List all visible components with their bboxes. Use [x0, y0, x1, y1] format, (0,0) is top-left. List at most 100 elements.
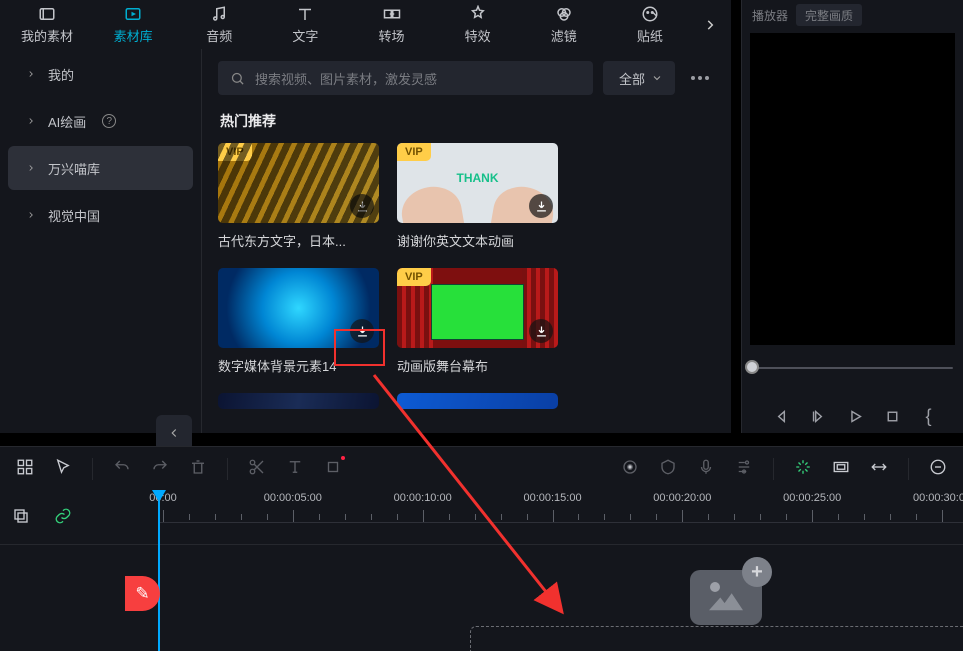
- zoom-out-button[interactable]: [929, 458, 947, 479]
- drop-zone[interactable]: [470, 626, 963, 651]
- tab-library[interactable]: 素材库: [90, 5, 176, 45]
- cut-button[interactable]: [248, 458, 266, 479]
- tab-label: 转场: [379, 26, 405, 45]
- asset-card[interactable]: VIP 动画版舞台幕布: [397, 268, 558, 375]
- download-icon: [534, 199, 549, 214]
- tab-sticker[interactable]: 贴纸: [607, 5, 693, 45]
- quality-dropdown[interactable]: 完整画质: [796, 4, 862, 26]
- download-button[interactable]: [529, 319, 553, 343]
- audio-mix-button[interactable]: [735, 458, 753, 479]
- library-icon: [124, 5, 142, 23]
- ruler-minor-tick: [319, 514, 320, 520]
- sidebar-item-wx-miao[interactable]: 万兴喵库: [8, 146, 193, 190]
- grid-icon: [16, 458, 34, 476]
- cursor-tool-button[interactable]: [54, 458, 72, 479]
- stretch-button[interactable]: [870, 458, 888, 479]
- text-icon: [296, 5, 314, 23]
- record-button[interactable]: [621, 458, 639, 479]
- sidebar-item-ai-paint[interactable]: AI绘画 ?: [8, 99, 193, 143]
- transition-icon: [383, 5, 401, 23]
- add-track-button[interactable]: +: [742, 557, 772, 587]
- sidebar-item-vcg[interactable]: 视觉中国: [8, 193, 193, 237]
- duplicate-button[interactable]: [12, 507, 30, 528]
- grid-view-button[interactable]: [16, 458, 34, 479]
- text-tool-button[interactable]: [286, 458, 304, 479]
- ruler-label: 00:00:20:00: [653, 492, 711, 504]
- audio-icon: [210, 5, 228, 23]
- delete-button[interactable]: [189, 458, 207, 479]
- tab-audio[interactable]: 音频: [176, 5, 262, 45]
- redo-icon: [151, 458, 169, 476]
- search-placeholder: 搜索视频、图片素材，激发灵感: [255, 69, 437, 88]
- asset-thumbnail: VIP: [397, 268, 558, 348]
- stop-icon[interactable]: [884, 408, 901, 425]
- ruler-minor-tick: [475, 514, 476, 520]
- asset-card[interactable]: VIP THANK 谢谢你英文文本动画: [397, 143, 558, 250]
- ruler-baseline: [158, 522, 963, 523]
- aspect-button[interactable]: [832, 458, 850, 479]
- ruler-minor-tick: [656, 514, 657, 520]
- vip-badge: VIP: [397, 268, 431, 286]
- asset-title: 谢谢你英文文本动画: [397, 231, 558, 250]
- preview-stage[interactable]: [750, 33, 955, 345]
- next-frame-icon[interactable]: [810, 408, 827, 425]
- tab-my-assets[interactable]: 我的素材: [4, 5, 90, 45]
- ruler-minor-tick: [189, 514, 190, 520]
- zoom-out-icon: [929, 458, 947, 476]
- link-toggle-button[interactable]: [54, 507, 72, 528]
- record-icon: [621, 458, 639, 476]
- seekbar-knob[interactable]: [745, 360, 759, 374]
- tab-label: 我的素材: [21, 26, 73, 45]
- asset-thumbnail: [397, 393, 558, 409]
- tab-transition[interactable]: 转场: [349, 5, 435, 45]
- download-button[interactable]: [350, 194, 374, 218]
- redo-button[interactable]: [151, 458, 169, 479]
- vip-badge: VIP: [397, 143, 431, 161]
- sidebar-item-my[interactable]: 我的: [8, 52, 193, 96]
- auto-tool-button[interactable]: [794, 458, 812, 479]
- handle-shape: ✎: [125, 576, 160, 611]
- voiceover-button[interactable]: [697, 458, 715, 479]
- asset-card[interactable]: VIP 古代东方文字，日本...: [218, 143, 379, 250]
- asset-card-partial[interactable]: [397, 393, 558, 409]
- wand-icon: [794, 458, 812, 476]
- marker-button[interactable]: [659, 458, 677, 479]
- asset-card-partial[interactable]: [218, 393, 379, 409]
- tab-effects[interactable]: 特效: [435, 5, 521, 45]
- side-label: 我的: [48, 65, 74, 84]
- ruler-minor-tick: [760, 514, 761, 520]
- ruler-minor-tick: [708, 514, 709, 520]
- tab-label: 文字: [292, 26, 318, 45]
- ruler-minor-tick: [916, 514, 917, 520]
- prev-frame-icon[interactable]: [773, 408, 790, 425]
- undo-button[interactable]: [113, 458, 131, 479]
- more-options-button[interactable]: [685, 76, 715, 80]
- chevron-left-icon: [167, 426, 181, 440]
- clip-handle[interactable]: ✎: [142, 576, 182, 616]
- timeline-ruler[interactable]: 00:0000:00:05:0000:00:10:0000:00:15:0000…: [158, 490, 963, 544]
- play-icon[interactable]: [847, 408, 864, 425]
- tabs-scroll-right[interactable]: [693, 0, 727, 49]
- asset-thumbnail: VIP: [218, 143, 379, 223]
- trash-icon: [189, 458, 207, 476]
- effects-icon: [469, 5, 487, 23]
- download-button[interactable]: [350, 319, 374, 343]
- help-icon[interactable]: ?: [102, 114, 116, 128]
- download-button[interactable]: [529, 194, 553, 218]
- asset-card[interactable]: 数字媒体背景元素14: [218, 268, 379, 375]
- filter-dropdown[interactable]: 全部: [603, 61, 675, 95]
- tab-filter[interactable]: 滤镜: [521, 5, 607, 45]
- download-icon: [355, 199, 370, 214]
- search-input[interactable]: 搜索视频、图片素材，激发灵感: [218, 61, 593, 95]
- chevron-right-icon: [703, 18, 717, 32]
- playhead[interactable]: [158, 490, 160, 651]
- preview-seekbar[interactable]: [752, 359, 953, 375]
- tab-label: 音频: [206, 26, 232, 45]
- my-assets-icon: [38, 5, 56, 23]
- dot-icon: [691, 76, 695, 80]
- tab-text[interactable]: 文字: [262, 5, 348, 45]
- asset-title: 动画版舞台幕布: [397, 356, 558, 375]
- section-title: 热门推荐: [220, 111, 715, 131]
- filter-icon: [555, 5, 573, 23]
- crop-button[interactable]: [324, 458, 342, 479]
